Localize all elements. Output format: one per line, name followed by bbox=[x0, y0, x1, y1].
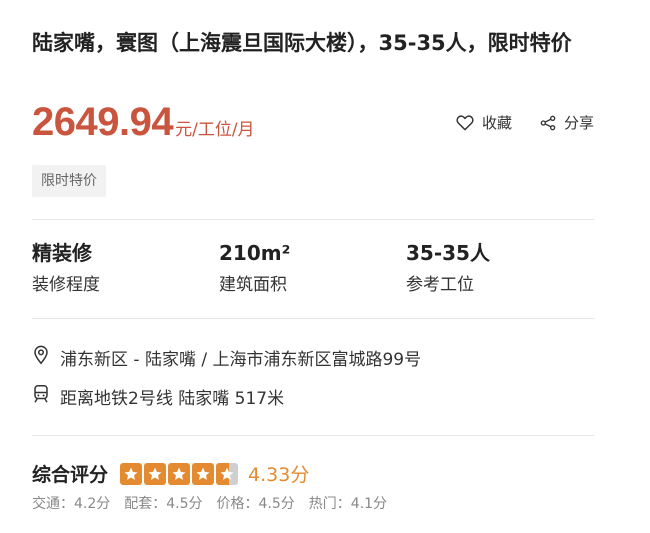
spec-decoration: 精装修 装修程度 bbox=[32, 240, 100, 296]
spec-workstations: 35-35人 参考工位 bbox=[406, 240, 490, 296]
price-unit: 元/工位/月 bbox=[175, 120, 255, 140]
sub-score-facilities: 配套：4.5分 bbox=[124, 496, 203, 512]
share-label: 分享 bbox=[563, 114, 594, 132]
promo-tag: 限时特价 bbox=[32, 165, 106, 197]
spec-label: 装修程度 bbox=[32, 275, 100, 295]
action-bar: 收藏 分享 bbox=[456, 112, 594, 133]
spec-list: 精装修 装修程度 210m² 建筑面积 35-35人 参考工位 bbox=[32, 240, 594, 300]
divider bbox=[32, 219, 594, 220]
listing-title: 陆家嘴，寰图（上海震旦国际大楼），35-35人，限时特价 bbox=[32, 31, 572, 55]
star-rating bbox=[120, 462, 239, 485]
heart-icon bbox=[456, 114, 474, 131]
favorite-button[interactable]: 收藏 bbox=[456, 112, 512, 133]
divider bbox=[32, 318, 594, 319]
spec-value: 210m² bbox=[219, 241, 291, 265]
share-icon bbox=[540, 115, 556, 131]
price-amount: 2649.94 bbox=[32, 100, 174, 144]
rating-score: 4.33分 bbox=[248, 464, 310, 486]
subway-icon bbox=[32, 384, 50, 409]
star-icon bbox=[192, 462, 215, 485]
price-row: 2649.94 元/工位/月 收藏 分享 bbox=[32, 100, 594, 144]
sub-score-popularity: 热门：4.1分 bbox=[308, 496, 388, 512]
sub-score-traffic: 交通：4.2分 bbox=[32, 496, 111, 512]
address-text: 浦东新区 - 陆家嘴 / 上海市浦东新区富城路99号 bbox=[60, 350, 422, 370]
divider bbox=[32, 435, 594, 436]
spec-label: 参考工位 bbox=[406, 275, 474, 295]
spec-value: 35-35人 bbox=[406, 241, 490, 265]
star-icon bbox=[168, 462, 191, 485]
spec-label: 建筑面积 bbox=[219, 275, 287, 295]
location-pin-icon bbox=[32, 345, 50, 370]
favorite-label: 收藏 bbox=[481, 114, 512, 132]
spec-value: 精装修 bbox=[32, 241, 92, 265]
star-half-icon bbox=[216, 462, 239, 485]
address-line[interactable]: 浦东新区 - 陆家嘴 / 上海市浦东新区富城路99号 bbox=[32, 345, 421, 370]
metro-text: 距离地铁2号线 陆家嘴 517米 bbox=[60, 389, 285, 409]
rating-title: 综合评分 bbox=[32, 464, 109, 486]
rating-summary: 综合评分 4.33分 bbox=[32, 460, 309, 487]
star-icon bbox=[120, 462, 143, 485]
share-button[interactable]: 分享 bbox=[540, 112, 594, 133]
sub-score-price: 价格：4.5分 bbox=[216, 496, 295, 512]
spec-area: 210m² 建筑面积 bbox=[219, 240, 290, 296]
star-icon bbox=[144, 462, 167, 485]
sub-score-list: 交通：4.2分 配套：4.5分 价格：4.5分 热门：4.1分 bbox=[32, 493, 387, 513]
metro-line: 距离地铁2号线 陆家嘴 517米 bbox=[32, 384, 284, 409]
